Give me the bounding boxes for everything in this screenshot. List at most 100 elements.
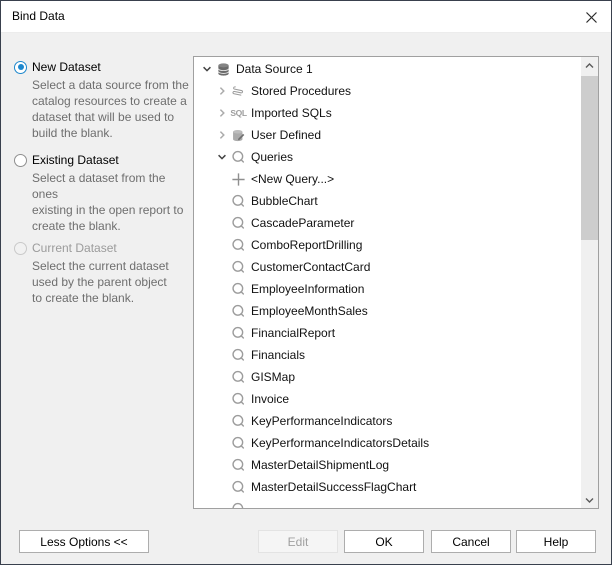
dialog-title: Bind Data [12,9,65,23]
tree-item-label: MasterDetailSuccessFlagChart [251,480,417,494]
radio-unchecked-icon[interactable] [14,153,27,167]
tree-item-label: User Defined [251,128,322,142]
edit-button: Edit [258,530,338,553]
tree-item[interactable]: SQL Imported SQLs [194,102,581,124]
tree-item-label: MasterDetailShipmentLog [251,458,390,472]
option-description: Select a data source from the catalog re… [32,78,189,140]
query-icon [231,458,246,473]
tree-item-label: Data Source 1 [236,62,313,76]
option-group-existing-dataset: Existing Dataset Select a dataset from t… [14,153,189,234]
tree-item[interactable]: <New Query...> [194,168,581,190]
bind-data-dialog: Bind Data New Dataset Select a data sour… [0,0,612,565]
sql-icon: SQL [230,108,247,118]
chevron-down-icon[interactable] [217,152,227,162]
tree-item-label: KeyPerformanceIndicatorsDetails [251,436,430,450]
query-icon [231,238,246,253]
dataset-tree-panel: Data Source 1 Stored Procedures SQL Import… [193,56,599,509]
tree-item[interactable]: CustomerContactCard [194,256,581,278]
query-icon [231,414,246,429]
tree-item[interactable]: KeyPerformanceIndicators [194,410,581,432]
tree-item[interactable]: KeyPerformanceIndicatorsDetails [194,432,581,454]
tree-item-label: BubbleChart [251,194,318,208]
tree-item-label: FinancialReport [251,326,336,340]
tree-item-label: GISMap [251,370,296,384]
tree-item-label: CascadeParameter [251,216,355,230]
tree-body: Data Source 1 Stored Procedures SQL Import… [194,57,581,508]
query-icon [231,282,246,297]
query-icon [231,216,246,231]
scroll-up-button[interactable] [581,57,598,74]
tree-item-label: Queries [251,150,294,164]
titlebar: Bind Data [1,1,611,33]
scroll-down-button[interactable] [581,491,598,508]
tree-item[interactable]: EmployeeMonthSales [194,300,581,322]
database-icon [216,62,231,77]
close-icon [585,11,598,24]
tree-item[interactable]: EmployeeInformation [194,278,581,300]
query-icon [231,150,246,165]
tree-item[interactable]: CascadeParameter [194,212,581,234]
chevron-up-icon [585,62,594,70]
chevron-down-icon [585,496,594,504]
tree-item[interactable]: Queries [194,146,581,168]
query-icon [231,392,246,407]
option-label: Existing Dataset [32,153,119,167]
chevron-right-icon[interactable] [217,130,227,140]
query-icon [231,304,246,319]
chevron-right-icon[interactable] [217,108,227,118]
tree-item[interactable]: MasterDetailShipmentLog [194,454,581,476]
scrollbar-thumb[interactable] [581,76,598,240]
query-icon [231,480,246,495]
ok-button[interactable]: OK [344,530,424,553]
tree-item-label: EmployeeInformation [251,282,365,296]
tree-item[interactable]: Stored Procedures [194,80,581,102]
tree-item[interactable]: BubbleChart [194,190,581,212]
query-icon [231,436,246,451]
option-description: Select the current dataset used by the p… [32,259,169,305]
radio-disabled-icon [14,241,27,255]
tree-item[interactable]: Financials [194,344,581,366]
tree-item-label: Invoice [251,392,290,406]
help-button[interactable]: Help [516,530,596,553]
close-button[interactable] [579,6,603,28]
query-icon [231,502,246,508]
radio-checked-icon[interactable] [14,60,27,74]
tree-item[interactable]: Invoice [194,388,581,410]
query-icon [231,370,246,385]
tree-item-label: EmployeeMonthSales [251,304,368,318]
option-group-current-dataset: Current Dataset Select the current datas… [14,241,189,306]
tree-item[interactable]: ComboReportDrilling [194,234,581,256]
tree-item-label: Stored Procedures [251,84,352,98]
tree-item-label: ComboReportDrilling [251,238,363,252]
tree-item[interactable]: User Defined [194,124,581,146]
tree-item-label: CustomerContactCard [251,260,371,274]
query-icon [231,194,246,209]
query-icon [231,260,246,275]
tree-item [194,498,581,508]
radio-new-dataset[interactable]: New Dataset [14,60,189,74]
tree-item-label: Imported SQLs [251,106,332,120]
tree-item[interactable]: Data Source 1 [194,58,581,80]
plus-icon [231,172,246,187]
radio-existing-dataset[interactable]: Existing Dataset [14,153,189,167]
option-label: Current Dataset [32,241,117,255]
less-options-button[interactable]: Less Options << [19,530,149,553]
option-description: Select a dataset from the ones existing … [32,171,184,233]
chevron-right-icon[interactable] [217,86,227,96]
tree-item[interactable]: GISMap [194,366,581,388]
cancel-button[interactable]: Cancel [431,530,511,553]
radio-current-dataset: Current Dataset [14,241,189,255]
tree-item[interactable]: MasterDetailSuccessFlagChart [194,476,581,498]
database-edit-icon [231,128,246,143]
tree-item-label: <New Query...> [251,172,335,186]
scroll-icon [231,84,246,99]
query-icon [231,326,246,341]
tree-item-label: KeyPerformanceIndicators [251,414,393,428]
chevron-down-icon[interactable] [202,64,212,74]
tree-item-label: Financials [251,348,306,362]
option-label: New Dataset [32,60,101,74]
vertical-scrollbar[interactable] [581,57,598,508]
tree-item[interactable]: FinancialReport [194,322,581,344]
query-icon [231,348,246,363]
option-group-new-dataset: New Dataset Select a data source from th… [14,60,189,141]
